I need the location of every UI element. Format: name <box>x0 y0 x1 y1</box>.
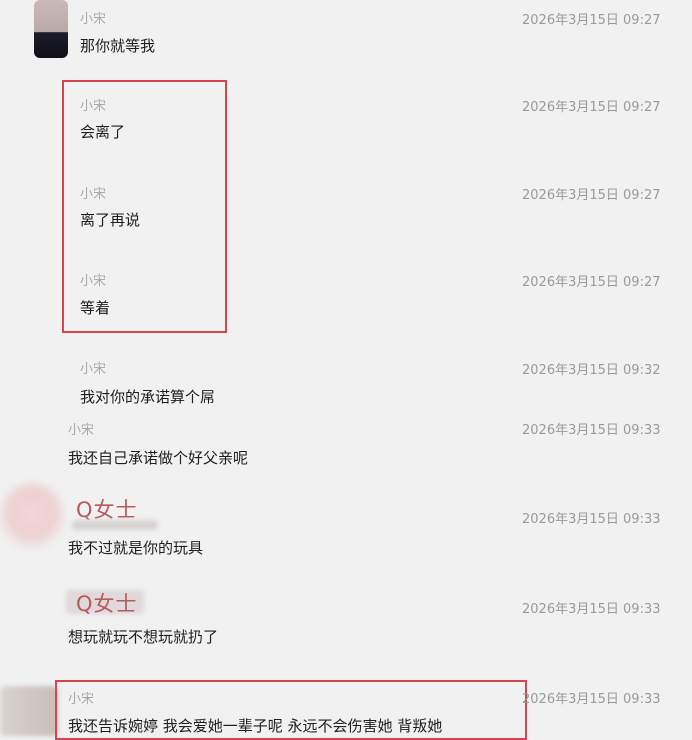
message-sender: 小宋 <box>80 274 107 289</box>
message-time: 2026年3月15日 09:33 <box>522 692 661 707</box>
message-text: 会离了 <box>80 123 126 141</box>
message-text: 离了再说 <box>80 211 141 229</box>
chat-screen: { "messages": [ { "sender": "小宋", "time"… <box>0 0 692 740</box>
blurred-redaction <box>72 520 158 530</box>
message-sender: 小宋 <box>68 423 95 438</box>
highlight-box <box>62 80 227 333</box>
avatar[interactable] <box>0 686 58 736</box>
message-text: 等着 <box>80 299 111 317</box>
message-sender: 小宋 <box>68 692 95 707</box>
message-text: 那你就等我 <box>80 37 156 55</box>
message-time: 2026年3月15日 09:27 <box>522 13 661 28</box>
message-time: 2026年3月15日 09:33 <box>522 602 661 617</box>
message-sender: Q女士 <box>76 592 138 616</box>
message-text: 我不过就是你的玩具 <box>68 539 204 557</box>
message-text: 我还告诉婉婷 我会爱她一辈子呢 永远不会伤害她 背叛她 <box>68 717 443 735</box>
message-sender: 小宋 <box>80 99 107 114</box>
message-text: 我对你的承诺算个屌 <box>80 388 216 406</box>
message-time: 2026年3月15日 09:33 <box>522 423 661 438</box>
message-sender: 小宋 <box>80 187 107 202</box>
message-sender: 小宋 <box>80 12 107 27</box>
avatar[interactable] <box>34 0 68 58</box>
message-time: 2026年3月15日 09:33 <box>522 512 661 527</box>
message-text: 想玩就玩不想玩就扔了 <box>68 628 219 646</box>
avatar[interactable] <box>0 482 64 552</box>
message-time: 2026年3月15日 09:27 <box>522 275 661 290</box>
message-text: 我还自己承诺做个好父亲呢 <box>68 449 249 467</box>
message-sender: 小宋 <box>80 362 107 377</box>
message-time: 2026年3月15日 09:32 <box>522 363 661 378</box>
message-time: 2026年3月15日 09:27 <box>522 188 661 203</box>
message-time: 2026年3月15日 09:27 <box>522 100 661 115</box>
